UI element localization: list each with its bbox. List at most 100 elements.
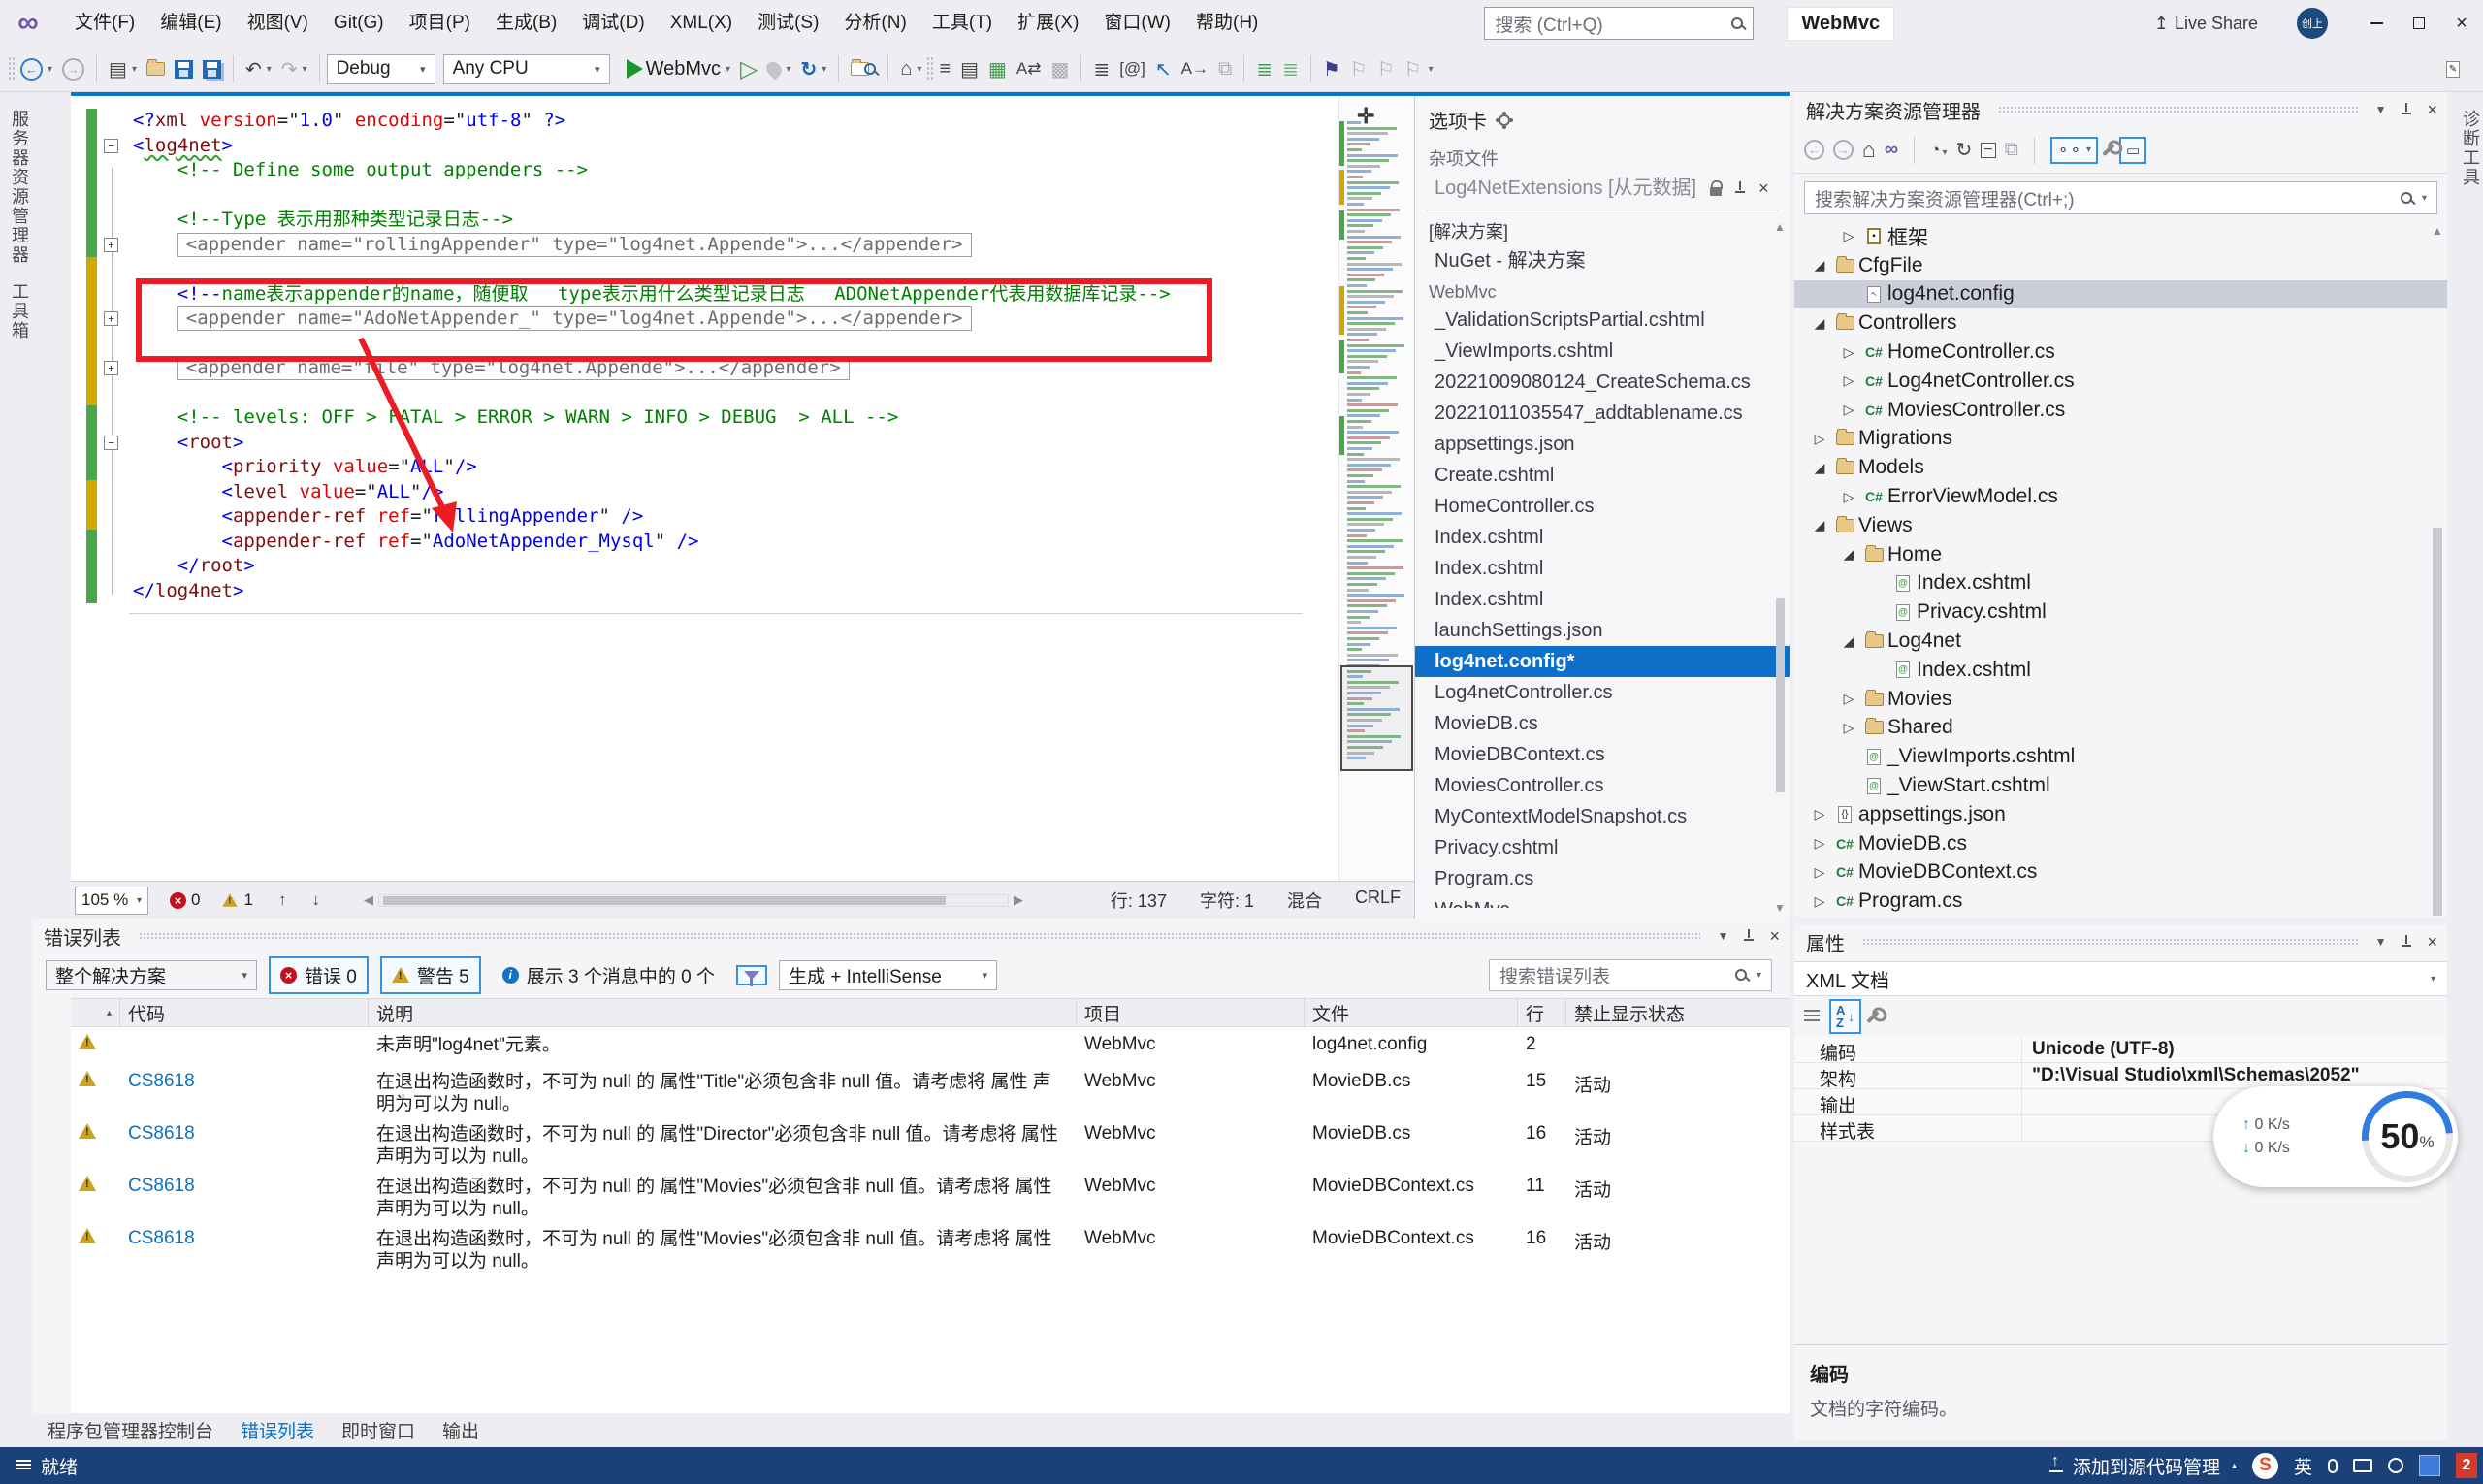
outlining-margin[interactable]: [97, 504, 125, 530]
live-share-button[interactable]: ↥ Live Share: [2154, 14, 2258, 34]
bottom-tab-2[interactable]: 错误列表: [229, 1412, 326, 1448]
outlining-margin[interactable]: [97, 158, 125, 183]
uncomment-selection-button[interactable]: ≣: [1277, 51, 1304, 86]
outlining-margin[interactable]: [97, 480, 125, 505]
convert-text-button[interactable]: A→: [1177, 51, 1213, 86]
document-tab-MovieDB.cs[interactable]: MovieDB.cs: [1415, 708, 1790, 739]
code-text[interactable]: </root>: [125, 554, 255, 579]
document-tab-Create.cshtml[interactable]: Create.cshtml: [1415, 460, 1790, 491]
source-filter-dropdown[interactable]: 生成 + IntelliSense▾: [779, 960, 997, 990]
keyboard-icon[interactable]: [2353, 1459, 2372, 1472]
scope-filter-dropdown[interactable]: 整个解决方案▾: [46, 960, 257, 990]
messages-filter-button[interactable]: i展示 3 个消息中的 0 个: [493, 958, 725, 992]
chevron-collapsed-icon[interactable]: ▷: [1837, 372, 1860, 389]
property-row-编码[interactable]: 编码Unicode (UTF-8): [1794, 1037, 2447, 1063]
column-suppression-state[interactable]: 禁止显示状态: [1566, 999, 1790, 1026]
solution-search-box[interactable]: 搜索解决方案资源管理器(Ctrl+;) ▾: [1804, 181, 2437, 214]
code-line-16[interactable]: <level value="ALL"/>: [71, 480, 1332, 505]
chevron-expanded-icon[interactable]: ◢: [1837, 633, 1860, 650]
menu-item-9[interactable]: 测试(S): [745, 0, 831, 47]
menu-item-1[interactable]: 文件(F): [62, 0, 147, 47]
code-line-2[interactable]: −<log4net>: [71, 134, 1332, 159]
document-tab-Index.cshtml[interactable]: Index.cshtml: [1415, 522, 1790, 553]
close-icon[interactable]: ×: [1769, 927, 1780, 945]
search-options-icon[interactable]: ▾: [1757, 970, 1761, 981]
code-text[interactable]: <!-- levels: OFF > FATAL > ERROR > WARN …: [125, 405, 898, 431]
tree-item-Movies[interactable]: ▷Movies: [1794, 685, 2447, 714]
tree-item-log4net.config[interactable]: ⌐log4net.config: [1794, 280, 2447, 309]
notification-badge[interactable]: 2: [2456, 1453, 2477, 1478]
description-cell[interactable]: 在退出构造函数时，不可为 null 的 属性"Title"必须包含非 null …: [369, 1064, 1077, 1116]
preview-selected-items-toggle[interactable]: ▭: [2119, 137, 2146, 164]
chevron-collapsed-icon[interactable]: ▷: [1837, 344, 1860, 361]
document-tab-launchSettings.json[interactable]: launchSettings.json: [1415, 615, 1790, 646]
description-cell[interactable]: 未声明"log4net"元素。: [369, 1027, 1077, 1064]
code-text[interactable]: <root>: [125, 431, 243, 456]
copy-structure-button[interactable]: ⧉: [1213, 51, 1237, 86]
chevron-expanded-icon[interactable]: ◢: [1808, 517, 1831, 533]
file-cell[interactable]: MovieDBContext.cs: [1305, 1169, 1518, 1221]
code-text[interactable]: <appender-ref ref="AdoNetAppender_Mysql"…: [125, 530, 698, 555]
chevron-expanded-icon[interactable]: ◢: [1837, 546, 1860, 563]
hot-reload-button[interactable]: ▾: [762, 51, 795, 86]
tree-item-ErrorViewModel.cs[interactable]: ▷C#ErrorViewModel.cs: [1794, 482, 2447, 511]
outlining-margin[interactable]: [97, 257, 125, 282]
tree-item-Program.cs[interactable]: ▷C#Program.cs: [1794, 887, 2447, 916]
property-row-架构[interactable]: 架构"D:\Visual Studio\xml\Schemas\2052": [1794, 1063, 2447, 1089]
search-options-icon[interactable]: ▾: [2422, 193, 2427, 204]
bottom-tab-3[interactable]: 即时窗口: [330, 1412, 427, 1448]
errors-filter-button[interactable]: ×错误 0: [269, 956, 369, 994]
close-button[interactable]: ×: [2440, 0, 2483, 47]
scrollbar-thumb[interactable]: [1776, 598, 1785, 792]
attribute-button[interactable]: [@]: [1114, 51, 1150, 86]
tree-item-_ViewStart.cshtml[interactable]: @_ViewStart.cshtml: [1794, 771, 2447, 800]
horizontal-scrollbar[interactable]: ◀ ▶: [359, 892, 1028, 908]
outlining-margin[interactable]: [97, 183, 125, 209]
document-tab-_ViewImports.cshtml[interactable]: _ViewImports.cshtml: [1415, 336, 1790, 367]
toolbar-grip[interactable]: [8, 56, 16, 81]
close-icon[interactable]: ×: [2427, 933, 2437, 951]
scrollbar-thumb[interactable]: [383, 896, 946, 905]
scroll-right-arrow[interactable]: ▶: [1014, 892, 1023, 908]
window-position-dropdown-icon[interactable]: ▼: [2375, 935, 2387, 949]
sync-namespace-button[interactable]: ▩: [1047, 51, 1075, 86]
toggle-bookmark-button[interactable]: ⚑: [1318, 51, 1345, 86]
chevron-expanded-icon[interactable]: ◢: [1808, 315, 1831, 332]
code-text[interactable]: <appender name="rollingAppender" type="l…: [125, 233, 972, 258]
tree-item-CfgFile[interactable]: ◢CfgFile: [1794, 251, 2447, 280]
settings-wheel-icon[interactable]: [2388, 1458, 2403, 1473]
property-value[interactable]: "D:\Visual Studio\xml\Schemas\2052": [2022, 1063, 2447, 1088]
net-speed-widget[interactable]: ↑ 0 K/s ↓ 0 K/s 50%: [2213, 1086, 2458, 1187]
window-position-dropdown-icon[interactable]: ▼: [1718, 929, 1729, 943]
menu-item-10[interactable]: 分析(N): [831, 0, 919, 47]
scrollbar-thumb[interactable]: [2433, 528, 2442, 916]
pin-icon[interactable]: [1735, 183, 1745, 193]
tree-item-MovieDBContext.cs[interactable]: ▷C#MovieDBContext.cs: [1794, 858, 2447, 887]
chevron-collapsed-icon[interactable]: ▷: [1808, 864, 1831, 881]
column-project[interactable]: 项目: [1077, 999, 1305, 1026]
tree-item-appsettings.json[interactable]: ▷{}appsettings.json: [1794, 800, 2447, 829]
save-button[interactable]: [170, 51, 198, 86]
bottom-tab-1[interactable]: 程序包管理器控制台: [36, 1412, 225, 1448]
tab-item-nuget[interactable]: NuGet - 解决方案: [1415, 245, 1790, 276]
minimap-handle-icon[interactable]: ✛: [1357, 104, 1374, 129]
microphone-icon[interactable]: [2328, 1459, 2338, 1473]
sync-with-active-document-icon[interactable]: ↻: [1955, 138, 1972, 162]
menu-item-2[interactable]: 编辑(E): [147, 0, 234, 47]
error-row-5[interactable]: CS8618在退出构造函数时，不可为 null 的 属性"Movies"必须包含…: [71, 1221, 1790, 1274]
tree-scrollbar[interactable]: ▲: [2430, 222, 2445, 916]
chevron-collapsed-icon[interactable]: ▷: [1837, 228, 1860, 244]
document-tab-appsettings.json[interactable]: appsettings.json: [1415, 429, 1790, 460]
document-tab-HomeController.cs[interactable]: HomeController.cs: [1415, 491, 1790, 522]
scroll-left-arrow[interactable]: ◀: [364, 892, 373, 908]
platform-dropdown[interactable]: Any CPU▾: [443, 54, 610, 84]
file-cell[interactable]: MovieDBContext.cs: [1305, 1221, 1518, 1274]
tree-item-Home[interactable]: ◢Home: [1794, 540, 2447, 569]
menu-item-12[interactable]: 扩展(X): [1005, 0, 1091, 47]
next-bookmark-button[interactable]: ⚐: [1372, 51, 1400, 86]
chevron-expanded-icon[interactable]: ◢: [1808, 257, 1831, 274]
tree-item-Index.cshtml[interactable]: @Index.cshtml: [1794, 569, 2447, 598]
outlining-margin[interactable]: [97, 109, 125, 134]
chevron-collapsed-icon[interactable]: ▷: [1837, 489, 1860, 505]
tree-item-Shared[interactable]: ▷Shared: [1794, 714, 2447, 743]
